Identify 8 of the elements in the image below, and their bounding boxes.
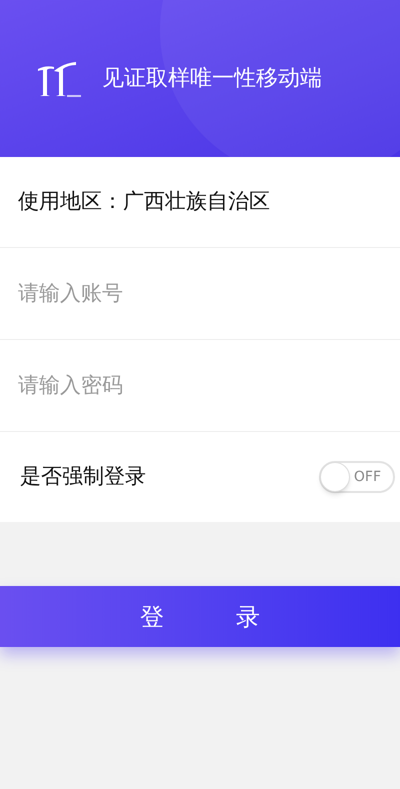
- force-login-label: 是否强制登录: [20, 463, 146, 490]
- account-field[interactable]: 请输入账号: [18, 278, 382, 310]
- login-button[interactable]: 登 录: [0, 586, 400, 647]
- switch-state-text: OFF: [354, 468, 381, 486]
- force-login-switch[interactable]: OFF: [319, 461, 395, 493]
- app-title: 见证取样唯一性移动端: [102, 65, 322, 93]
- password-field[interactable]: 请输入密码: [18, 370, 382, 402]
- region-label: 使用地区：广西壮族自治区: [18, 188, 270, 216]
